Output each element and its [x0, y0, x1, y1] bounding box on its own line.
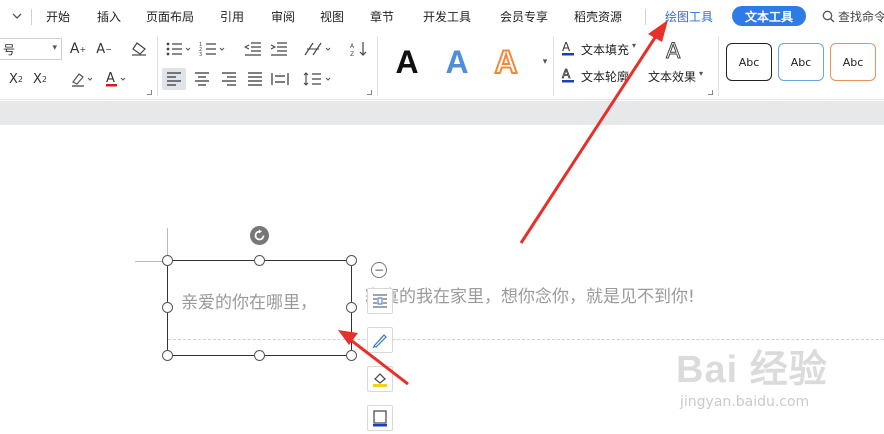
resize-handle-bottom-right[interactable] — [346, 350, 357, 361]
group-divider — [553, 36, 554, 96]
menu-divider — [31, 9, 32, 25]
resize-handle-right[interactable] — [346, 302, 357, 313]
menu-bar: 开始 插入 页面布局 引用 审阅 视图 章节 开发工具 会员专享 稻壳资源 绘图… — [0, 0, 884, 32]
text-outline-label[interactable]: 文本轮廓 — [581, 68, 629, 85]
tab-review[interactable]: 审阅 — [271, 8, 295, 25]
art-text-black[interactable]: A — [387, 42, 427, 82]
ribbon: 号 ▾ A + A − X2 X2 A 123 AZ A A A ▾ A 文本填… — [0, 32, 884, 100]
chevron-down-icon[interactable]: ▾ — [699, 69, 703, 78]
art-text-orange-outline[interactable]: A — [486, 42, 526, 82]
search-command[interactable]: 查找命令 — [822, 8, 884, 25]
distribute-icon[interactable] — [268, 68, 292, 90]
resize-handle-top-right[interactable] — [346, 255, 357, 266]
art-text-blue[interactable]: A — [437, 42, 477, 82]
body-paragraph[interactable]: 寂寞的我在家里，想你念你，就是见不到你! — [365, 282, 695, 307]
svg-text:Z: Z — [350, 51, 354, 57]
tab-view[interactable]: 视图 — [320, 8, 344, 25]
text-fill-label[interactable]: 文本填充 — [581, 41, 629, 58]
shape-fill-button[interactable] — [367, 366, 393, 392]
svg-text:A: A — [562, 40, 571, 54]
resize-handle-bottom-left[interactable] — [162, 350, 173, 361]
selected-text-box[interactable]: 亲爱的你在哪里， — [167, 260, 352, 356]
group-launcher-icon[interactable] — [367, 90, 372, 95]
group-launcher-icon[interactable] — [708, 90, 713, 95]
group-divider — [377, 36, 378, 96]
rotate-handle-icon[interactable] — [250, 226, 269, 245]
tab-insert[interactable]: 插入 — [97, 8, 121, 25]
font-size-value: 号 — [3, 42, 16, 57]
tab-start[interactable]: 开始 — [46, 8, 70, 25]
font-color-icon[interactable]: A — [102, 68, 130, 90]
text-effect-icon[interactable]: A — [662, 37, 688, 63]
align-right-icon[interactable] — [217, 68, 241, 90]
chevron-down-icon[interactable]: ▾ — [632, 41, 636, 50]
numbered-list-icon[interactable]: 123 — [198, 38, 228, 60]
resize-handle-bottom[interactable] — [254, 350, 265, 361]
search-icon — [822, 10, 835, 23]
shape-border-button[interactable] — [367, 405, 393, 431]
gallery-more-icon[interactable]: ▾ — [539, 50, 551, 74]
text-fill-icon[interactable]: A — [560, 39, 578, 57]
shrink-font-icon[interactable]: A − — [94, 38, 114, 60]
shape-style-orange[interactable]: Abc — [830, 43, 876, 81]
resize-handle-top-left[interactable] — [162, 255, 173, 266]
text-outline-icon[interactable]: A — [560, 66, 578, 84]
border-icon — [373, 410, 387, 427]
font-size-select[interactable]: 号 ▾ — [0, 38, 62, 60]
watermark-brand: Bai 经验 — [676, 349, 828, 391]
collapse-toolbar-icon[interactable]: − — [371, 262, 387, 278]
shape-style-blue[interactable]: Abc — [778, 43, 824, 81]
tab-text-tools[interactable]: 文本工具 — [732, 6, 806, 26]
svg-text:A: A — [106, 71, 115, 86]
superscript-icon[interactable]: X2 — [6, 68, 26, 90]
tab-references[interactable]: 引用 — [220, 8, 244, 25]
bullet-list-icon[interactable] — [164, 38, 194, 60]
layout-options-button[interactable] — [367, 288, 393, 314]
resize-handle-left[interactable] — [162, 302, 173, 313]
clear-format-icon[interactable] — [128, 38, 150, 60]
chevron-down-icon: ▾ — [52, 43, 57, 53]
textbox-content[interactable]: 亲爱的你在哪里， — [181, 288, 317, 313]
highlight-icon[interactable] — [68, 68, 96, 90]
align-center-icon[interactable] — [190, 68, 214, 90]
group-divider — [157, 36, 158, 96]
sort-icon[interactable]: AZ — [348, 38, 370, 60]
tab-developer[interactable]: 开发工具 — [423, 8, 471, 25]
decrease-indent-icon[interactable] — [242, 38, 264, 60]
svg-text:3: 3 — [199, 52, 202, 57]
baidu-jingyan-watermark: Bai 经验 jingyan.baidu.com — [676, 338, 884, 434]
pen-icon — [372, 334, 387, 349]
group-launcher-icon[interactable] — [147, 90, 152, 95]
fill-bucket-icon — [373, 373, 387, 387]
align-left-icon[interactable] — [162, 68, 186, 90]
text-wrap-icon — [373, 294, 387, 308]
text-direction-icon[interactable] — [302, 38, 336, 60]
svg-text:A: A — [350, 43, 355, 50]
chevron-down-icon[interactable] — [9, 8, 25, 24]
search-label: 查找命令 — [838, 10, 884, 24]
page-gap — [0, 101, 884, 125]
svg-text:A: A — [562, 67, 571, 81]
group-divider — [718, 36, 719, 96]
shape-outline-button[interactable] — [367, 327, 393, 353]
tab-docer-resources[interactable]: 稻壳资源 — [574, 8, 622, 25]
shape-style-black[interactable]: Abc — [726, 43, 772, 81]
increase-indent-icon[interactable] — [268, 38, 290, 60]
tab-member[interactable]: 会员专享 — [500, 8, 548, 25]
subscript-icon[interactable]: X2 — [30, 68, 50, 90]
grow-font-icon[interactable]: A + — [68, 38, 88, 60]
justify-icon[interactable] — [243, 68, 267, 90]
svg-text:A: A — [666, 39, 681, 62]
tab-page-layout[interactable]: 页面布局 — [146, 8, 194, 25]
tab-chapter[interactable]: 章节 — [370, 8, 394, 25]
text-effect-label[interactable]: 文本效果 — [648, 68, 696, 85]
menu-divider — [645, 9, 646, 25]
line-spacing-icon[interactable] — [302, 68, 336, 90]
tab-drawing-tools[interactable]: 绘图工具 — [665, 8, 713, 25]
watermark-url: jingyan.baidu.com — [680, 394, 810, 410]
resize-handle-top[interactable] — [254, 255, 265, 266]
